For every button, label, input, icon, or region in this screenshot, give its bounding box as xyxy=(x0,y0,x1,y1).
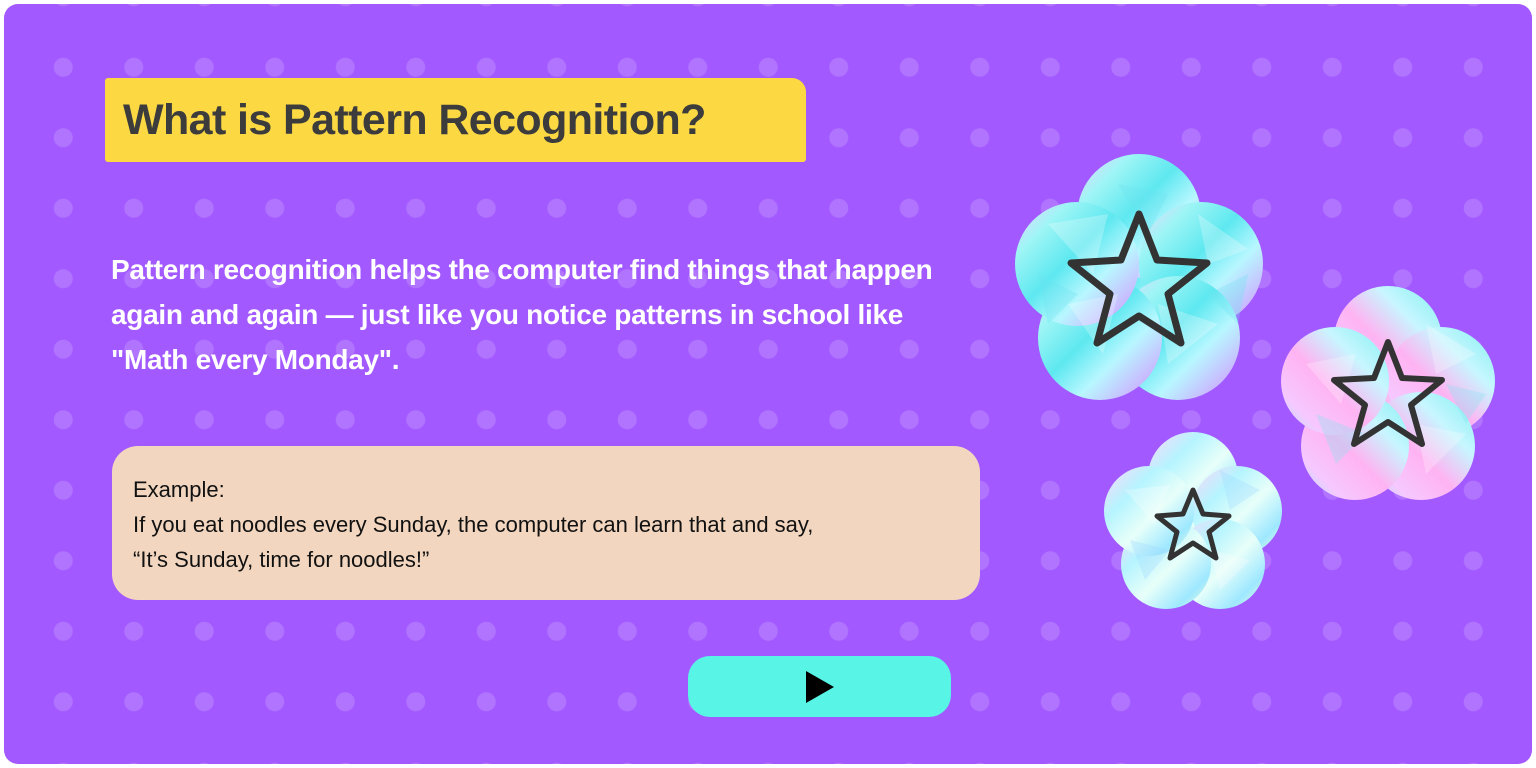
example-text-line-1: If you eat noodles every Sunday, the com… xyxy=(133,512,814,537)
star-badge-small xyxy=(1104,432,1282,609)
play-icon xyxy=(805,670,834,703)
example-text-line-2: “It’s Sunday, time for noodles!” xyxy=(133,547,430,572)
lesson-description: Pattern recognition helps the computer f… xyxy=(111,254,933,375)
example-box: Example: If you eat noodles every Sunday… xyxy=(112,446,980,600)
star-badge-medium xyxy=(1281,286,1495,500)
example-label: Example: xyxy=(133,477,225,502)
page-title: What is Pattern Recognition? xyxy=(123,95,706,144)
lesson-card: What is Pattern Recognition? Pattern rec… xyxy=(4,4,1532,764)
title-highlight: What is Pattern Recognition? xyxy=(105,78,806,162)
star-badge-large xyxy=(1015,154,1263,400)
play-button[interactable] xyxy=(688,656,951,717)
